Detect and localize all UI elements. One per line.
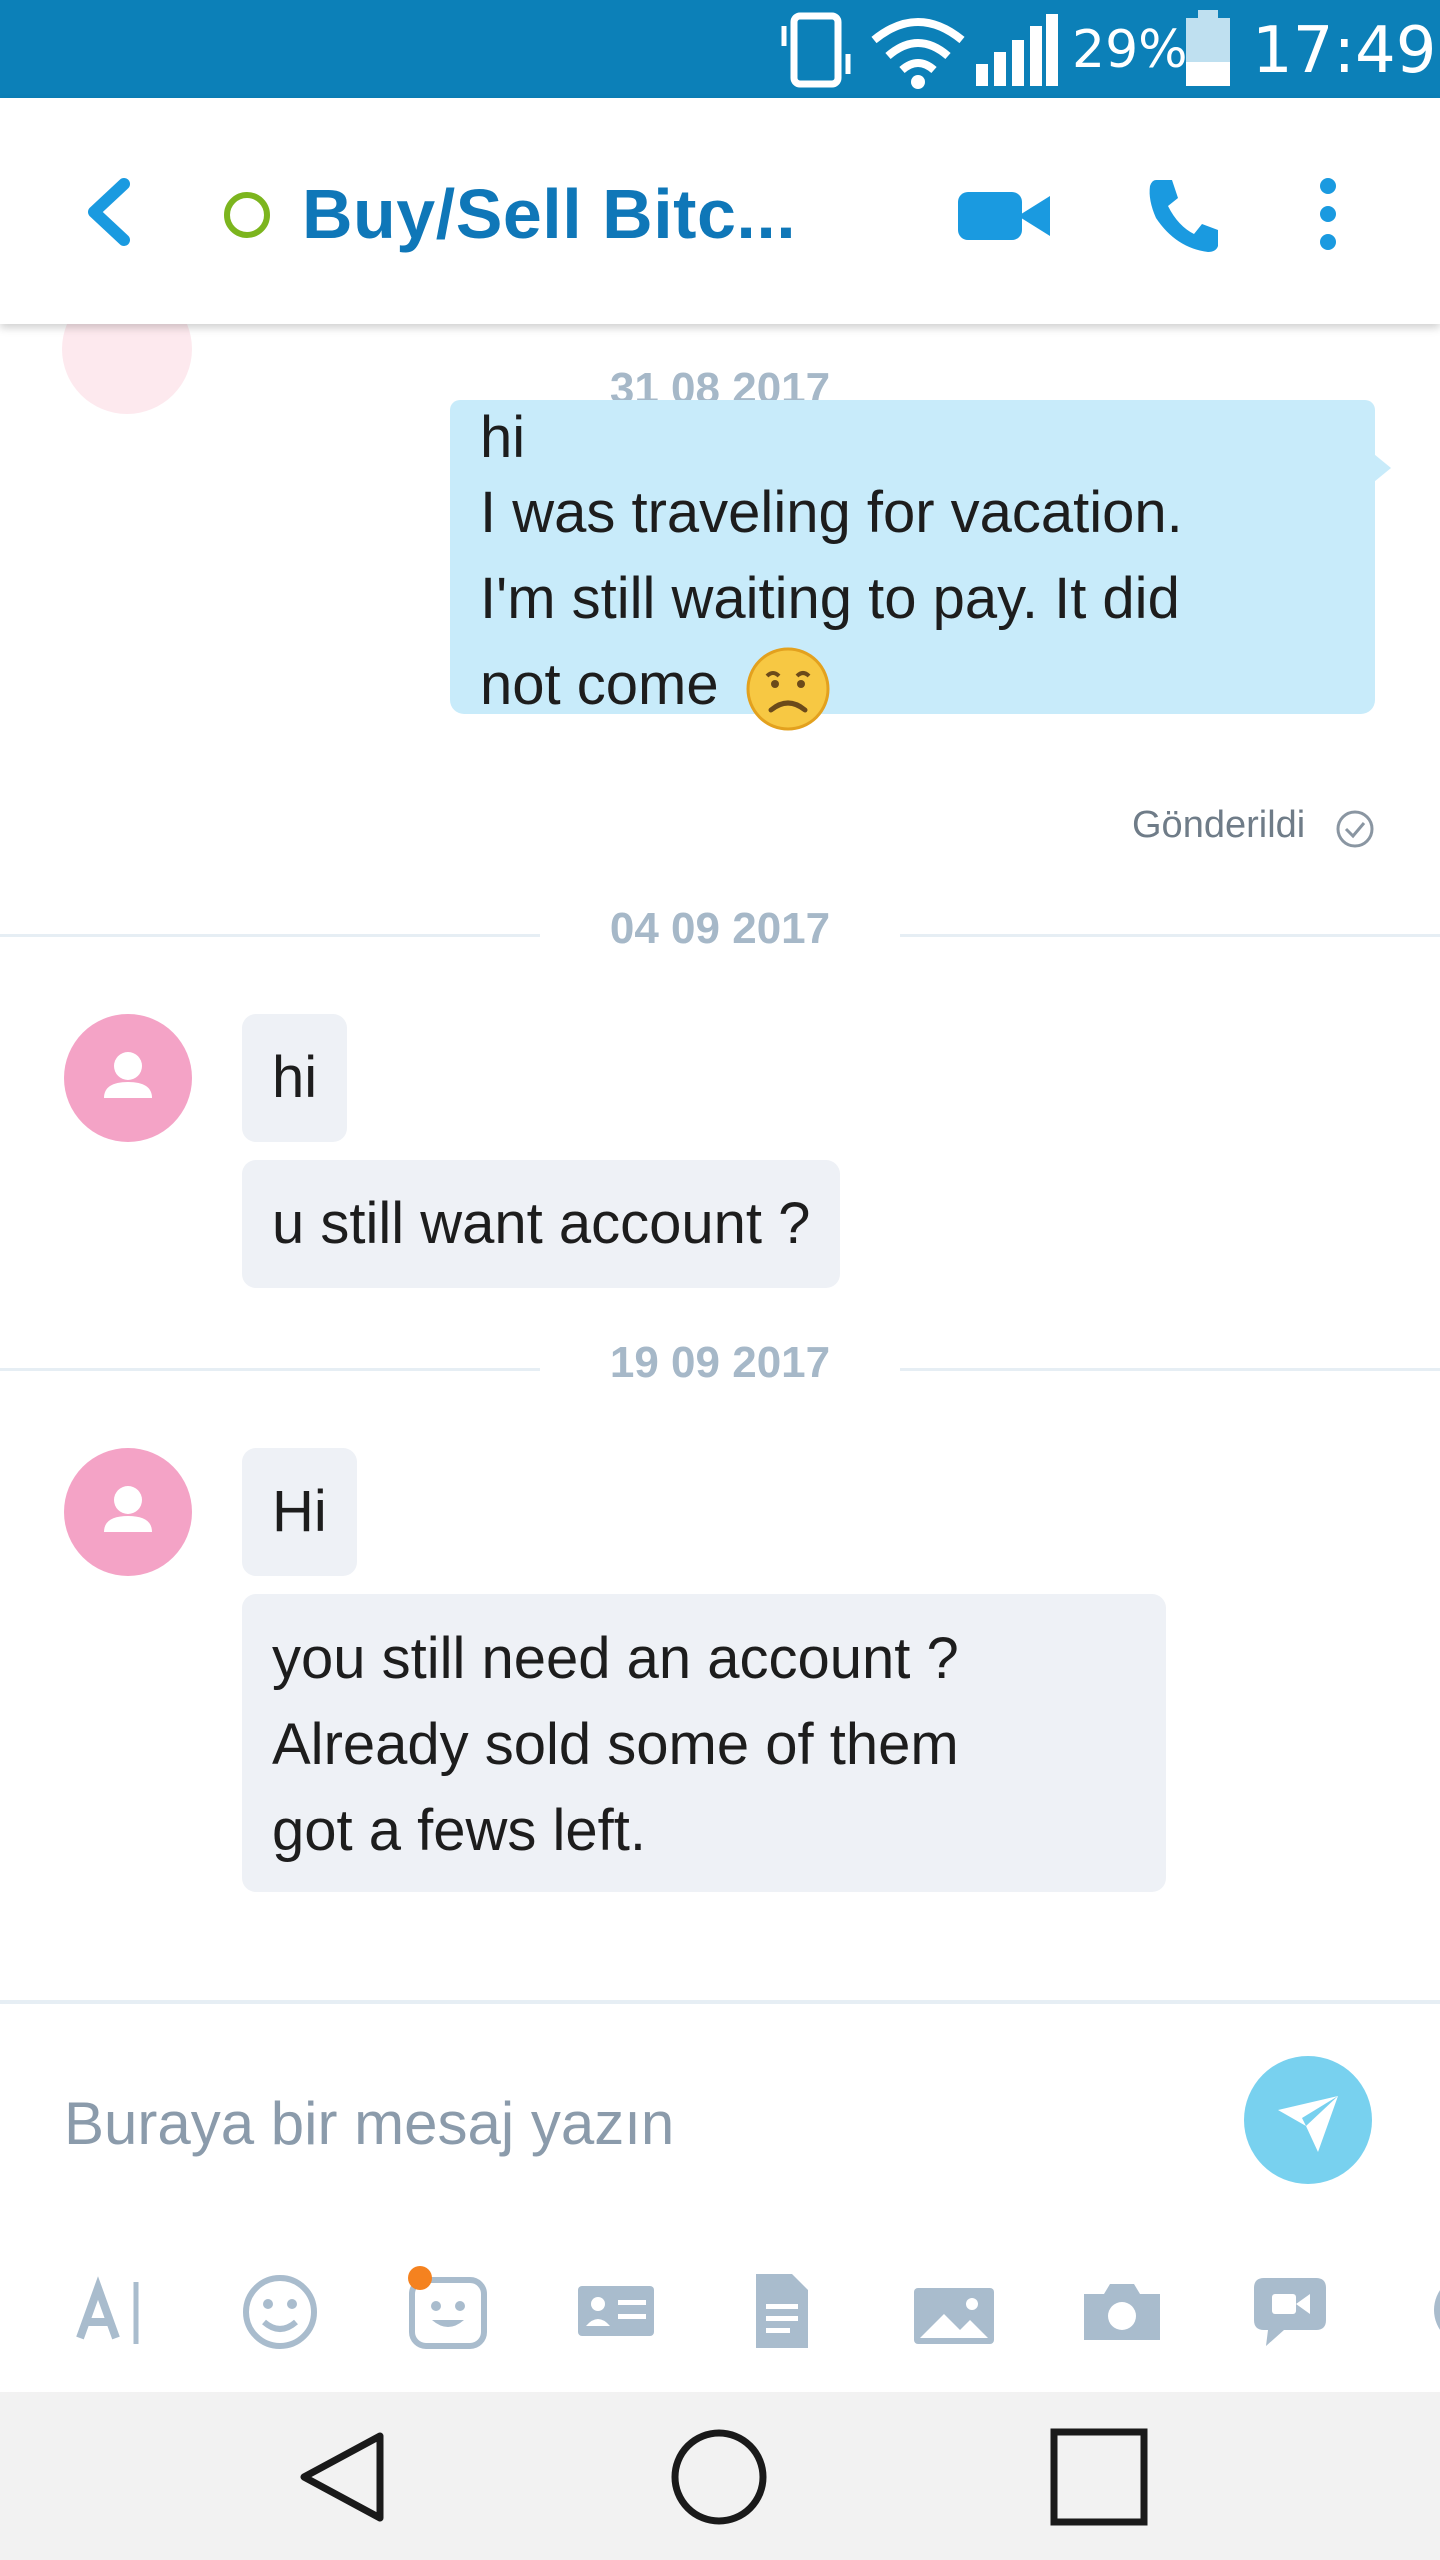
message-line: not come (480, 652, 719, 717)
message-line: hi (480, 410, 526, 470)
camera-icon[interactable] (1072, 2260, 1172, 2360)
person-icon (104, 1052, 152, 1098)
incoming-message[interactable]: Hi (242, 1448, 357, 1576)
system-navigation-bar (0, 2392, 1440, 2560)
delivery-status: Gönderildi (1132, 804, 1306, 846)
battery-percent: 29% (1072, 20, 1188, 80)
back-nav-icon[interactable] (288, 2422, 398, 2532)
emoticon-icon[interactable] (230, 2260, 330, 2360)
battery-icon (1182, 8, 1234, 93)
incoming-message[interactable]: hi (242, 1014, 348, 1142)
vibrate-icon (776, 10, 862, 95)
clock: 17:49 (1252, 14, 1437, 88)
send-icon (1278, 2096, 1338, 2152)
message-input[interactable] (64, 2078, 1164, 2168)
video-call-icon[interactable] (956, 186, 1052, 246)
message-line: hi (272, 1045, 318, 1110)
more-tools-icon[interactable] (1420, 2260, 1440, 2360)
back-icon[interactable] (78, 172, 142, 252)
conversation-title[interactable]: Buy/Sell Bitc... (302, 174, 796, 254)
outgoing-message[interactable]: hi I was traveling for vacation. I'm sti… (450, 400, 1391, 731)
person-icon (104, 1486, 152, 1532)
contact-avatar[interactable] (64, 1014, 192, 1142)
message-line: u still want account ? (272, 1191, 811, 1256)
message-line: Hi (272, 1479, 327, 1544)
file-icon[interactable] (734, 2260, 834, 2360)
message-line: I was traveling for vacation. (480, 480, 1183, 545)
check-circle-icon (1334, 808, 1376, 850)
weary-face-icon (745, 646, 831, 732)
incoming-message[interactable]: u still want account ? (242, 1160, 841, 1288)
date-separator: 19 09 2017 (0, 1338, 1440, 1398)
message-line: Already sold some of them (272, 1712, 959, 1777)
compose-toolbar (0, 2260, 1440, 2370)
more-options-icon[interactable] (1312, 176, 1344, 252)
message-list[interactable]: 31 08 2017 hi I was traveling for vacati… (0, 324, 1440, 2004)
incoming-message[interactable]: you still need an account ? Already sold… (242, 1594, 1166, 1892)
message-line: I'm still waiting to pay. It did (480, 566, 1180, 631)
presence-status-icon (224, 192, 270, 238)
text-format-icon[interactable] (64, 2260, 164, 2360)
contact-card-icon[interactable] (566, 2260, 666, 2360)
date-separator: 04 09 2017 (0, 904, 1440, 964)
status-bar: 29% 17:49 (0, 0, 1440, 98)
message-line: you still need an account ? (272, 1626, 959, 1691)
send-button[interactable] (1244, 2056, 1372, 2184)
phone-icon[interactable] (1146, 174, 1222, 254)
composer-divider (0, 2000, 1440, 2004)
contact-avatar[interactable] (64, 1448, 192, 1576)
signal-icon (974, 12, 1060, 93)
moji-icon[interactable] (398, 2260, 498, 2360)
conversation-header: Buy/Sell Bitc... (0, 98, 1440, 324)
message-line: got a fews left. (272, 1798, 646, 1863)
video-message-icon[interactable] (1240, 2260, 1340, 2360)
media-gallery-icon[interactable] (904, 2260, 1004, 2360)
home-nav-icon[interactable] (664, 2422, 774, 2532)
wifi-icon (870, 14, 966, 95)
recents-nav-icon[interactable] (1044, 2422, 1154, 2532)
